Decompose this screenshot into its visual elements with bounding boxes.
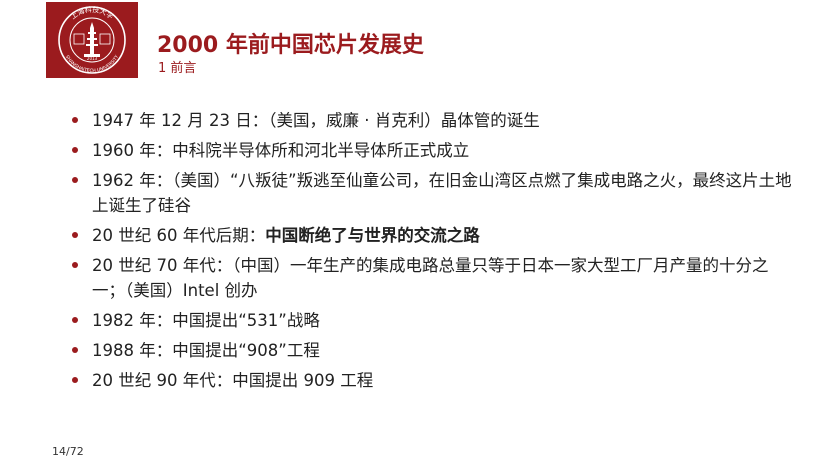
bullet-dot-icon — [72, 377, 78, 383]
bullet-item: 20 世纪 90 年代：中国提出 909 工程 — [72, 368, 792, 393]
bullet-item: 20 世纪 70 年代：（中国）一年生产的集成电路总量只等于日本一家大型工厂月产… — [72, 253, 792, 303]
bullet-text: 1962 年：（美国）“八叛徒”叛逃至仙童公司，在旧金山湾区点燃了集成电路之火，… — [92, 171, 792, 215]
bullet-list: 1947 年 12 月 23 日：（美国，威廉 · 肖克利）晶体管的诞生 196… — [72, 108, 792, 398]
bullet-text: 1947 年 12 月 23 日：（美国，威廉 · 肖克利）晶体管的诞生 — [92, 111, 540, 130]
bullet-dot-icon — [72, 177, 78, 183]
bullet-dot-icon — [72, 232, 78, 238]
bullet-dot-icon — [72, 262, 78, 268]
bullet-dot-icon — [72, 347, 78, 353]
bullet-text: 1960 年：中科院半导体所和河北半导体所正式成立 — [92, 141, 470, 160]
bullet-text: 20 世纪 90 年代：中国提出 909 工程 — [92, 371, 374, 390]
slide-subtitle: 1 前言 — [158, 61, 197, 76]
university-seal-icon: 上海科技大学 SHANGHAITECH UNIVERSITY 2013 — [46, 2, 138, 78]
bullet-item: 1962 年：（美国）“八叛徒”叛逃至仙童公司，在旧金山湾区点燃了集成电路之火，… — [72, 168, 792, 218]
bullet-dot-icon — [72, 147, 78, 153]
page-number: 14/72 — [52, 445, 84, 458]
bullet-emphasis: 中国断绝了与世界的交流之路 — [265, 226, 480, 245]
bullet-text: 20 世纪 70 年代：（中国）一年生产的集成电路总量只等于日本一家大型工厂月产… — [92, 256, 769, 300]
bullet-item: 1947 年 12 月 23 日：（美国，威廉 · 肖克利）晶体管的诞生 — [72, 108, 792, 133]
bullet-prefix: 20 世纪 60 年代后期： — [92, 226, 266, 245]
bullet-item: 1960 年：中科院半导体所和河北半导体所正式成立 — [72, 138, 792, 163]
slide-title: 2000 年前中国芯片发展史 — [157, 33, 424, 58]
bullet-item: 20 世纪 60 年代后期：中国断绝了与世界的交流之路 — [72, 223, 792, 248]
bullet-item: 1988 年：中国提出“908”工程 — [72, 338, 792, 363]
bullet-dot-icon — [72, 117, 78, 123]
seal-year: 2013 — [87, 56, 98, 61]
bullet-item: 1982 年：中国提出“531”战略 — [72, 308, 792, 333]
bullet-dot-icon — [72, 317, 78, 323]
bullet-text: 1982 年：中国提出“531”战略 — [92, 311, 320, 330]
bullet-text: 1988 年：中国提出“908”工程 — [92, 341, 320, 360]
